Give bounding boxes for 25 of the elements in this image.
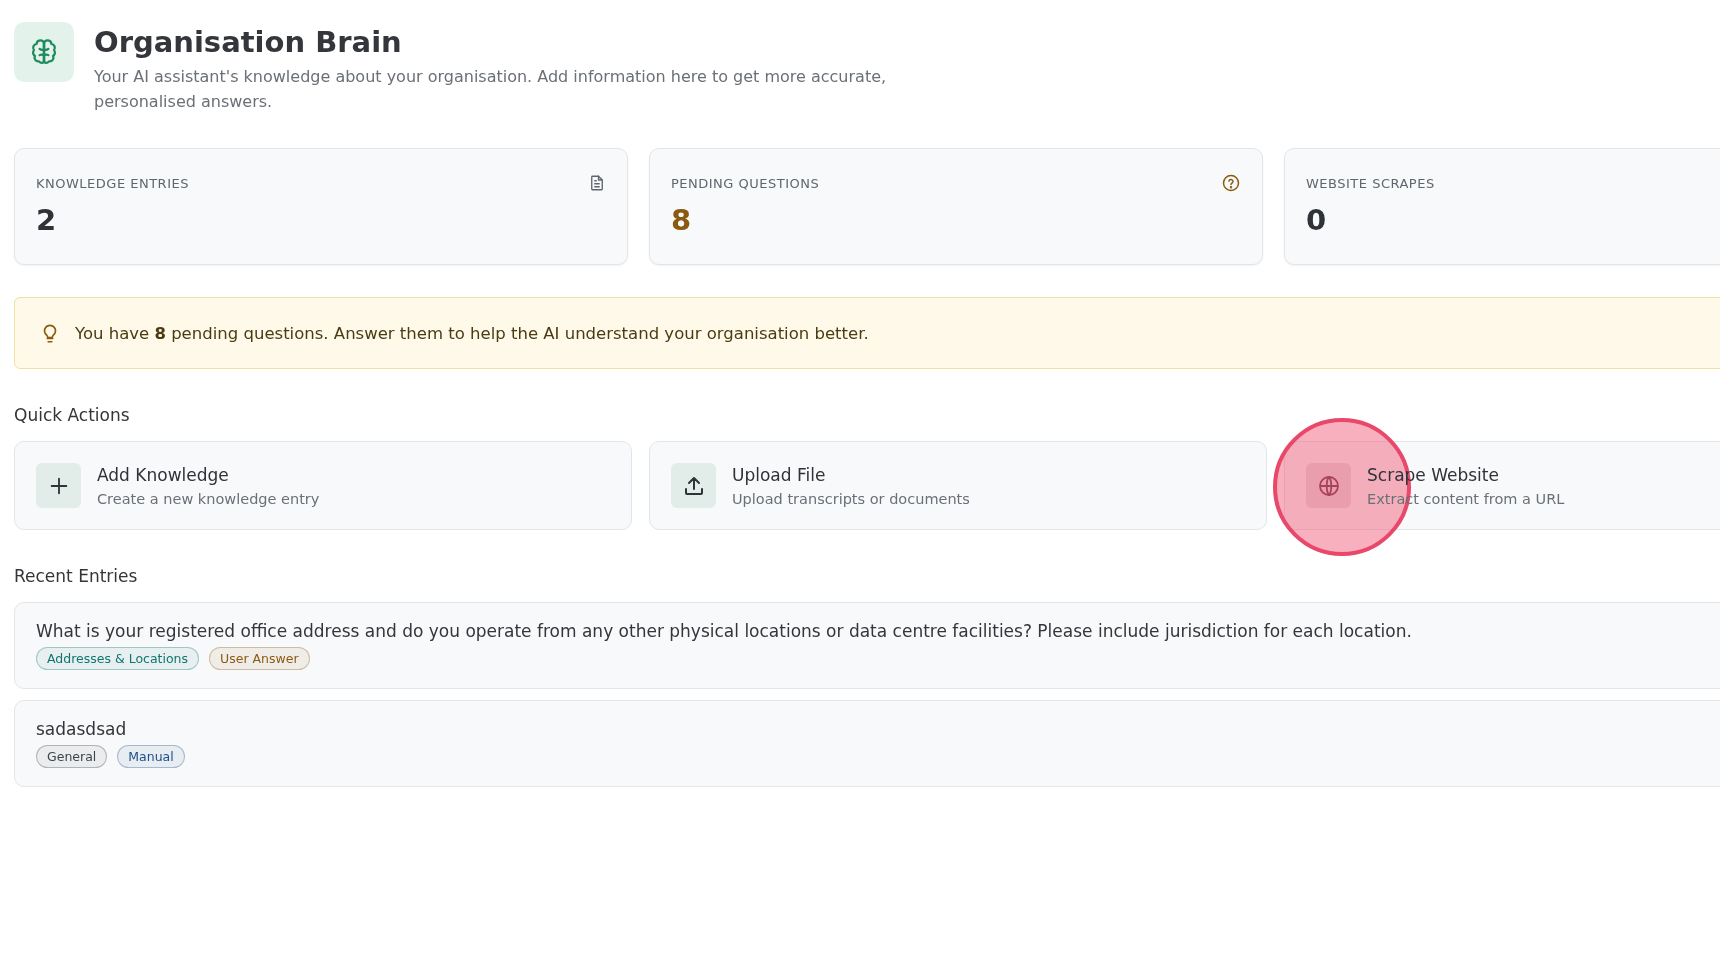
tag: General: [36, 745, 108, 768]
entry-card[interactable]: What is your registered office address and do you operate from any other physical locations or data centre facilities? Please include jurisdiction for each location. Addresses & Locations User Answer: [14, 602, 1720, 689]
page-title: Organisation Brain: [94, 24, 403, 61]
stat-value: 0: [1306, 203, 1328, 237]
section-heading: Recent Entries: [14, 566, 139, 586]
brain-icon: [14, 22, 74, 82]
stat-value: 8: [671, 203, 693, 237]
section-heading: Quick Actions: [14, 405, 131, 425]
tag: User Answer: [209, 647, 310, 670]
notice-text: You have 8 pending questions. Answer them to help the AI understand your organisation better.: [75, 323, 869, 343]
tag: Manual: [117, 745, 185, 768]
stat-label: PENDING QUESTIONS: [671, 175, 820, 191]
stat-label: WEBSITE SCRAPES: [1306, 175, 1435, 191]
stat-label: KNOWLEDGE ENTRIES: [36, 175, 189, 191]
help-icon: [1221, 173, 1241, 193]
entry-card[interactable]: sadasdsad General Manual: [14, 700, 1720, 787]
stat-value: 2: [36, 203, 58, 237]
quick-action-card[interactable]: Add Knowledge Create a new knowledge entry: [14, 441, 632, 530]
globe-icon: [1316, 473, 1341, 498]
entry-title: sadasdsad: [36, 719, 128, 739]
quick-action-card[interactable]: Upload File Upload transcripts or documents: [649, 441, 1267, 530]
entry-title: What is your registered office address and do you operate from any other physical locations or data centre facilities? Please include jurisdiction for each location.: [36, 621, 1413, 641]
tag: Addresses & Locations: [36, 647, 200, 670]
page-subtitle: Your AI assistant's knowledge about your organisation. Add information here to get more accurate, personalised answers.: [94, 66, 888, 113]
document-icon: [588, 174, 606, 192]
